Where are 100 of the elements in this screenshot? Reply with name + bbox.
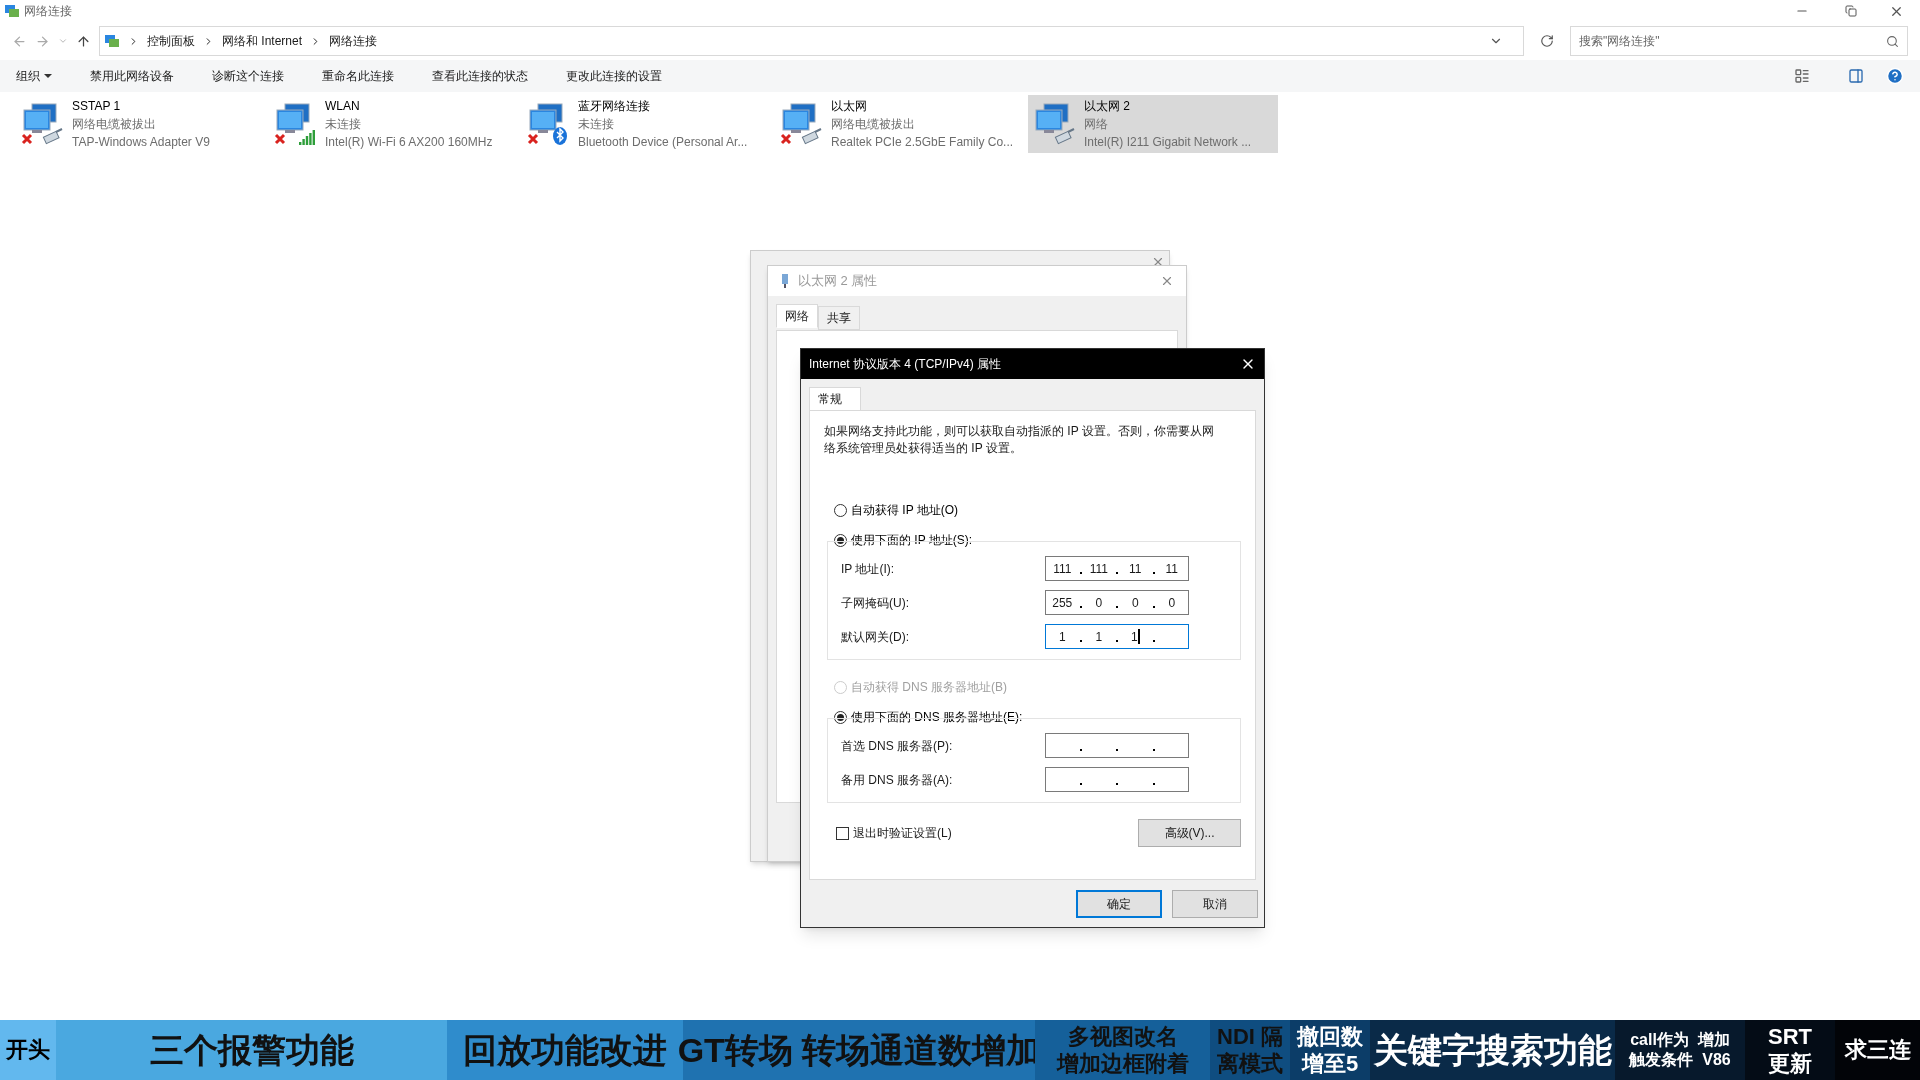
chapter-segment[interactable]: 开头 <box>0 1020 56 1080</box>
chapter-segment[interactable]: 三个报警功能 <box>56 1020 447 1080</box>
connection-name: SSTAP 1 <box>72 98 122 115</box>
chapter-title: 增至5 <box>1301 1050 1359 1078</box>
dialog-button[interactable]: 确定 <box>1076 890 1162 918</box>
organize-menu[interactable]: 组织 <box>16 67 52 85</box>
connection-status: 网络电缆被拔出 <box>831 116 916 133</box>
chapter-segment[interactable]: SRT 更新 <box>1745 1020 1835 1080</box>
toolbar-button[interactable]: 重命名此连接 <box>322 67 394 85</box>
chapter-title: 关键字搜索功能 <box>1373 1029 1612 1071</box>
octet-value: 1 <box>1095 628 1103 646</box>
up-icon[interactable] <box>76 33 91 49</box>
chapter-title: 求三连 <box>1844 1036 1911 1064</box>
toolbar-button[interactable]: 更改此连接的设置 <box>566 67 662 85</box>
connection-name: 以太网 2 <box>1084 98 1131 115</box>
chapter-title: SRT <box>1768 1022 1812 1050</box>
octet-value: 0 <box>1131 594 1139 612</box>
network-folder-icon <box>4 3 20 19</box>
adapter-name: TAP-Windows Adapter V9 <box>72 134 210 151</box>
tab[interactable]: 常规 <box>809 387 861 411</box>
breadcrumb-item[interactable]: 网络连接 <box>329 32 378 50</box>
connection-item[interactable]: SSTAP 1 网络电缆被拔出 TAP-Windows Adapter V9 <box>16 95 266 153</box>
caret-icon <box>44 74 52 78</box>
checkbox-label: 退出时验证设置(L) <box>853 825 952 842</box>
tab[interactable]: 共享 <box>818 306 860 330</box>
octet-value: 111 <box>1089 560 1108 578</box>
octet-value: 1 <box>1130 628 1138 646</box>
chapter-segment[interactable]: 求三连 <box>1835 1020 1920 1080</box>
chapter-title: 增加边框附着 <box>1056 1050 1189 1078</box>
chapter-segment[interactable]: 关键字搜索功能 <box>1370 1020 1615 1080</box>
ip-address-field[interactable] <box>1045 767 1189 792</box>
connection-status: 未连接 <box>325 116 362 133</box>
ip-address-field[interactable] <box>1045 733 1189 758</box>
radio-label: 自动获得 IP 地址(O) <box>851 502 959 519</box>
octet-value: 11 <box>1129 560 1142 578</box>
connection-status: 网络 <box>1084 116 1109 133</box>
field-label: 子网掩码(U): <box>841 594 909 612</box>
network-adapter-icon <box>780 273 790 289</box>
tab[interactable]: 网络 <box>776 304 818 328</box>
ip-address-field[interactable]: 255 0 0 0 <box>1045 590 1189 615</box>
chapter-title: 回放功能改进 <box>463 1029 667 1071</box>
description-text: 如果网络支持此功能，则可以获取自动指派的 IP 设置。否则，你需要从网络系统管理员处获得适当的 IP 设置。 <box>824 423 1215 457</box>
adapter-name: Intel(R) I211 Gigabit Network ... <box>1084 134 1252 151</box>
connection-name: 以太网 <box>831 98 868 115</box>
octet-value: 0 <box>1095 594 1103 612</box>
chapter-title: 多视图改名 <box>1067 1022 1178 1050</box>
dialog-title: Internet 协议版本 4 (TCP/IPv4) 属性 <box>809 356 1003 373</box>
ip-address-field[interactable]: 1 1 1 <box>1045 624 1189 649</box>
adapter-name: Intel(R) Wi-Fi 6 AX200 160MHz <box>325 134 493 151</box>
help-icon[interactable] <box>1886 67 1904 85</box>
address-bar[interactable]: 控制面板 网络和 Internet 网络连接 <box>99 26 1524 56</box>
connection-status: 网络电缆被拔出 <box>72 116 157 133</box>
chapter-title: 开头 <box>6 1036 50 1064</box>
octet-value: 11 <box>1165 560 1178 578</box>
toolbar-button[interactable]: 查看此连接的状态 <box>432 67 528 85</box>
toolbar-button[interactable]: 诊断这个连接 <box>212 67 284 85</box>
radio-label: 自动获得 DNS 服务器地址(B) <box>851 679 1007 696</box>
connection-status: 未连接 <box>578 116 615 133</box>
field-label: 首选 DNS 服务器(P): <box>841 737 953 755</box>
chapter-segment[interactable]: 撤回数 增至5 <box>1290 1020 1370 1080</box>
octet-value: 255 <box>1052 594 1073 612</box>
connection-item[interactable]: 以太网 2 网络 Intel(R) I211 Gigabit Network ... <box>1028 95 1278 153</box>
preview-pane-icon[interactable] <box>1848 68 1864 84</box>
toolbar-button[interactable]: 禁用此网络设备 <box>90 67 174 85</box>
octet-value: 111 <box>1053 560 1072 578</box>
window-title: 网络连接 <box>24 3 72 20</box>
search-icon[interactable] <box>1886 34 1899 48</box>
field-label: 备用 DNS 服务器(A): <box>841 771 953 789</box>
connection-item[interactable]: 蓝牙网络连接 未连接 Bluetooth Device (Personal Ar... <box>522 95 772 153</box>
checkbox[interactable] <box>836 826 849 840</box>
chapter-title: 触发条件 V86 <box>1629 1050 1731 1070</box>
window-title: 以太网 2 属性 <box>798 272 879 291</box>
search-field[interactable]: 搜索"网络连接" <box>1570 26 1908 56</box>
view-options-icon[interactable] <box>1794 68 1810 84</box>
octet-value: 1 <box>1058 628 1066 646</box>
text-cursor <box>1137 629 1140 644</box>
network-folder-icon <box>104 33 120 49</box>
octet-value: 0 <box>1168 594 1176 612</box>
restore-icon[interactable] <box>1845 5 1857 17</box>
adapter-name: Bluetooth Device (Personal Ar... <box>578 134 748 151</box>
chapter-title: 离模式 <box>1217 1050 1283 1078</box>
connection-item[interactable]: 以太网 网络电缆被拔出 Realtek PCIe 2.5GbE Family Co... <box>775 95 1025 153</box>
breadcrumb-item[interactable]: 网络和 Internet <box>222 32 303 50</box>
chapter-title: 三个报警功能 <box>149 1029 354 1071</box>
radio-button[interactable] <box>834 503 847 517</box>
field-label: IP 地址(I): <box>841 560 895 578</box>
breadcrumb-item[interactable]: 控制面板 <box>147 32 195 50</box>
connection-item[interactable]: WLAN 未连接 Intel(R) Wi-Fi 6 AX200 160MHz <box>269 95 519 153</box>
dialog-button[interactable]: 取消 <box>1172 890 1258 918</box>
chapter-title: 更新 <box>1768 1050 1812 1078</box>
connection-name: 蓝牙网络连接 <box>578 98 651 115</box>
advanced-button[interactable]: 高级(V)... <box>1138 819 1241 847</box>
adapter-name: Realtek PCIe 2.5GbE Family Co... <box>831 134 1014 151</box>
chapter-title: 撤回数 <box>1297 1022 1363 1050</box>
refresh-icon[interactable] <box>1540 34 1554 48</box>
chapter-title: call作为 增加 <box>1630 1030 1730 1050</box>
chapter-segment[interactable]: call作为 增加 触发条件 V86 <box>1615 1020 1745 1080</box>
ip-address-field[interactable]: 111 111 11 11 <box>1045 556 1189 581</box>
connection-name: WLAN <box>325 98 361 115</box>
chapter-title: NDI 隔 <box>1217 1022 1283 1050</box>
